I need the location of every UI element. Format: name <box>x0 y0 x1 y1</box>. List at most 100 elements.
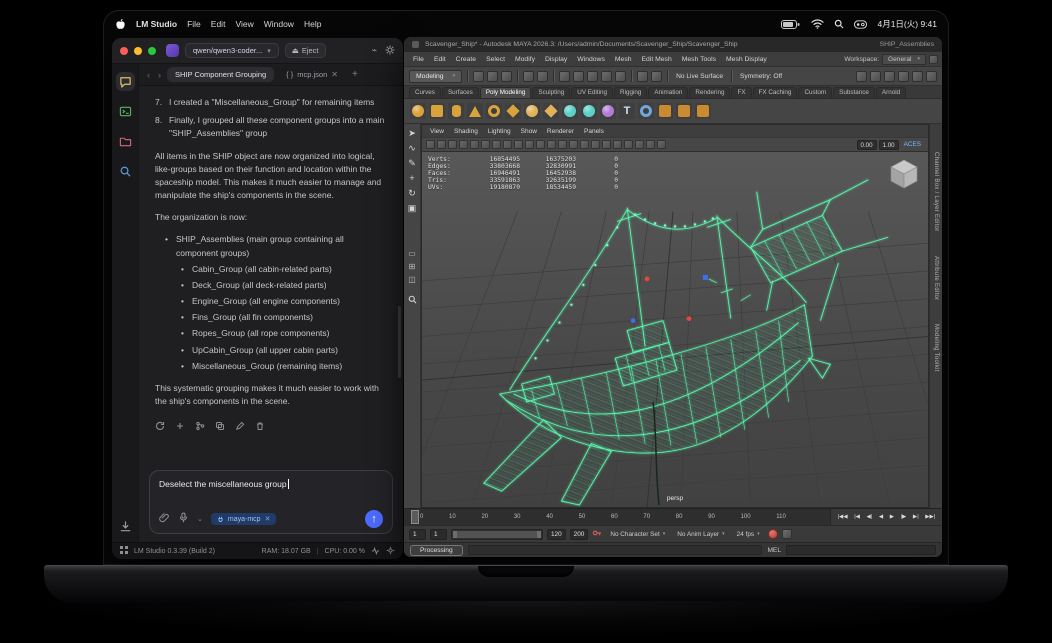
save-scene-icon[interactable] <box>501 70 513 82</box>
image-plane-icon[interactable] <box>470 140 479 149</box>
shelf-soccer-ball-icon[interactable] <box>581 103 597 119</box>
gamma-field[interactable]: 1.00 <box>878 139 899 150</box>
maya-select-tool[interactable]: ➤ <box>408 128 416 138</box>
shelf-tab-fx-caching[interactable]: FX Caching <box>752 87 798 98</box>
safe-title-icon[interactable] <box>569 140 578 149</box>
range-handle-left[interactable] <box>453 530 457 538</box>
apple-menu-icon[interactable] <box>115 18 126 31</box>
magnifier-icon[interactable] <box>408 295 417 306</box>
construction-history-icon[interactable] <box>651 70 663 82</box>
panel-menu-panels[interactable]: Panels <box>584 128 604 135</box>
shelf-tab-animation[interactable]: Animation <box>648 87 689 98</box>
viewport-canvas[interactable]: Verts: 16854495 16375203 0 Edges: 33803668 328… <box>422 152 928 507</box>
timeline-tick[interactable]: 100 <box>741 514 751 520</box>
single-pane-layout[interactable]: ▭ <box>408 249 416 258</box>
shadows-toggle-icon[interactable] <box>613 140 622 149</box>
panel-menu-show[interactable]: Show <box>521 128 537 135</box>
message-input[interactable]: Deselect the miscellaneous group ⌄ maya-… <box>149 470 393 534</box>
hypershade-icon[interactable] <box>898 70 909 82</box>
menubar-item-file[interactable]: File <box>187 19 201 29</box>
timeline-tick[interactable]: 30 <box>514 514 521 520</box>
new-scene-icon[interactable] <box>473 70 485 82</box>
film-gate-icon[interactable] <box>514 140 523 149</box>
chat-nav-icon[interactable] <box>115 72 135 91</box>
close-tab-icon[interactable]: ✕ <box>331 70 338 79</box>
lock-camera-icon[interactable] <box>437 140 446 149</box>
two-pane-layout[interactable]: ◫ <box>408 275 416 284</box>
node-editor-icon[interactable] <box>912 70 923 82</box>
battery-icon[interactable] <box>781 19 801 30</box>
view-cube[interactable] <box>889 158 919 192</box>
timeline-tick[interactable]: 0 <box>420 514 423 520</box>
developer-nav-icon[interactable] <box>116 102 135 121</box>
anim-layer-dropdown[interactable]: No Anim Layer ▾ <box>673 530 728 539</box>
shelf-sweep-mesh-icon[interactable] <box>638 103 654 119</box>
menubar-app-name[interactable]: LM Studio <box>136 19 177 29</box>
render-current-frame-icon[interactable] <box>856 70 867 82</box>
paint-effects-icon[interactable] <box>926 70 937 82</box>
menubar-item-edit[interactable]: Edit <box>211 19 226 29</box>
panel-menu-lighting[interactable]: Lighting <box>488 128 511 135</box>
open-scene-icon[interactable] <box>487 70 499 82</box>
camera-attributes-icon[interactable] <box>448 140 457 149</box>
snap-to-point-icon[interactable] <box>587 70 599 82</box>
panel-tab-channel-box-layer-editor[interactable]: Channel Box / Layer Editor <box>933 152 939 232</box>
copy-icon[interactable] <box>215 421 225 431</box>
ambient-occlusion-icon[interactable] <box>624 140 633 149</box>
playback-end-field[interactable]: 120 <box>547 528 566 540</box>
play-backwards-button[interactable]: ◀ <box>879 514 883 520</box>
step-back-frame-button[interactable]: ◀| <box>867 514 873 520</box>
shelf-ultra-shape-icon[interactable] <box>600 103 616 119</box>
snap-to-projected-center-icon[interactable] <box>601 70 613 82</box>
regenerate-icon[interactable] <box>155 421 165 431</box>
shelf-poly-sphere-icon[interactable] <box>410 103 426 119</box>
make-live-icon[interactable] <box>637 70 649 82</box>
chat-scrollbar[interactable] <box>398 306 401 379</box>
command-language-toggle[interactable]: MEL <box>767 547 781 554</box>
tab-mcp-json[interactable]: { } mcp.json ✕ <box>278 67 346 82</box>
new-tab-button[interactable]: + <box>352 69 358 80</box>
step-forward-frame-button[interactable]: |▶ <box>901 514 907 520</box>
maya-scale-tool[interactable]: ▣ <box>408 203 417 213</box>
auto-keyframe-icon[interactable] <box>767 529 778 539</box>
shelf-separate-icon[interactable] <box>695 103 711 119</box>
search-icon[interactable] <box>834 19 844 29</box>
shelf-type-tool-icon[interactable]: T <box>619 103 635 119</box>
snap-to-curve-icon[interactable] <box>573 70 585 82</box>
activity-icon[interactable] <box>371 546 380 557</box>
shelf-tab-custom[interactable]: Custom <box>798 87 833 98</box>
frame-selection-icon[interactable] <box>591 140 600 149</box>
multisample-aa-icon[interactable] <box>646 140 655 149</box>
maya-menu-mesh[interactable]: Mesh <box>610 56 637 63</box>
maya-menu-file[interactable]: File <box>408 56 429 63</box>
shelf-poly-cylinder-icon[interactable] <box>448 103 464 119</box>
attach-icon[interactable] <box>159 510 170 528</box>
timeline-tick[interactable]: 70 <box>643 514 650 520</box>
ipr-render-icon[interactable] <box>870 70 881 82</box>
timeline-tick[interactable]: 10 <box>449 514 456 520</box>
menu-set-dropdown[interactable]: Modeling ▾ <box>409 69 463 83</box>
timeline-tick[interactable]: 50 <box>579 514 586 520</box>
panel-tab-attribute-editor[interactable]: Attribute Editor <box>933 256 939 301</box>
command-line-input[interactable] <box>786 545 936 555</box>
branch-icon[interactable] <box>195 421 205 431</box>
timeline-tick[interactable]: 80 <box>676 514 683 520</box>
maya-menu-edit-mesh[interactable]: Edit Mesh <box>637 56 677 63</box>
timeline-tick[interactable]: 90 <box>708 514 715 520</box>
redo-icon[interactable] <box>537 70 549 82</box>
edit-icon[interactable] <box>235 421 245 431</box>
playback-start-field[interactable]: 1 <box>430 528 447 540</box>
shelf-super-ellipse-icon[interactable] <box>562 103 578 119</box>
maya-menu-edit[interactable]: Edit <box>429 56 451 63</box>
safe-action-icon[interactable] <box>558 140 567 149</box>
maya-menu-modify[interactable]: Modify <box>510 56 540 63</box>
models-nav-icon[interactable] <box>116 132 135 151</box>
shelf-tab-rigging[interactable]: Rigging <box>614 87 648 98</box>
timeline-tick[interactable]: 40 <box>546 514 553 520</box>
grid-toggle-icon[interactable] <box>503 140 512 149</box>
shelf-tab-curves[interactable]: Curves <box>409 87 441 98</box>
playhead[interactable] <box>411 510 419 524</box>
menubar-item-help[interactable]: Help <box>304 19 321 29</box>
model-selector-dropdown[interactable]: qwen/qwen3-coder... ▾ <box>185 43 279 58</box>
color-space-label[interactable]: ACES <box>904 141 921 148</box>
